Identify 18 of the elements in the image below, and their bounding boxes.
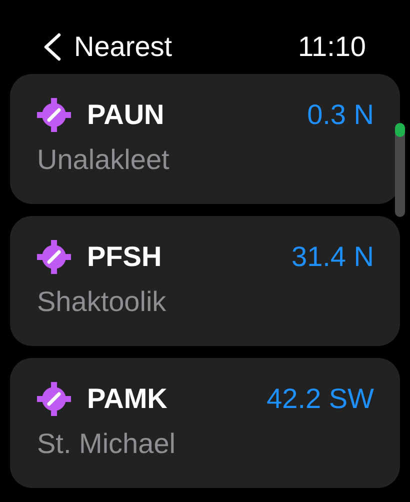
airport-code: PAMK <box>87 385 168 413</box>
city-label: Shaktoolik <box>37 288 168 316</box>
airport-card[interactable]: PFSH 31.4 N Shaktoolik <box>10 216 400 346</box>
airport-icon <box>37 240 71 274</box>
city-label: St. Michael <box>37 430 176 458</box>
back-button[interactable]: Nearest <box>42 32 172 62</box>
airport-code: PFSH <box>87 243 162 271</box>
distance-label: 31.4 N <box>292 243 374 271</box>
airport-icon <box>37 382 71 416</box>
airport-card[interactable]: PAMK 42.2 SW St. Michael <box>10 358 400 488</box>
distance-label: 0.3 N <box>307 101 374 129</box>
city-label: Unalakleet <box>37 146 170 174</box>
airport-code: PAUN <box>87 101 164 129</box>
airport-icon <box>37 98 71 132</box>
chevron-left-icon <box>42 32 62 62</box>
distance-label: 42.2 SW <box>266 385 374 413</box>
airport-card[interactable]: PAUN 0.3 N Unalakleet <box>10 74 400 204</box>
time-label: 11:10 <box>298 33 366 61</box>
